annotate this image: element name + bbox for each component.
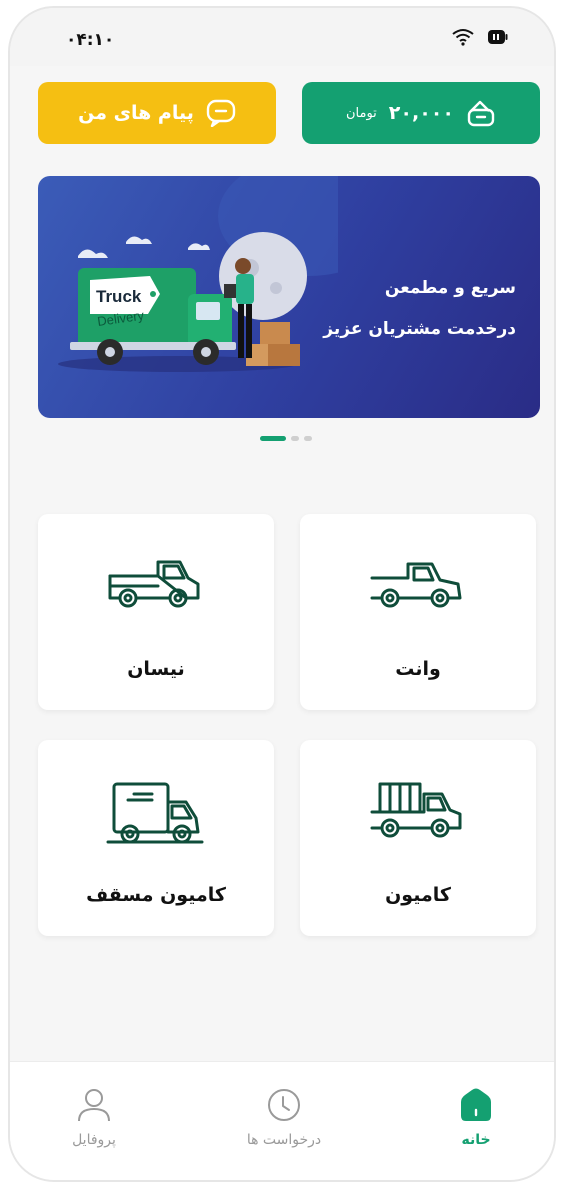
banner-text: سریع و مطمعن درخدمت مشتریان عزیز bbox=[323, 268, 516, 350]
nav-label: خانه bbox=[461, 1132, 491, 1148]
carousel-dot[interactable] bbox=[260, 436, 286, 441]
nav-item-home[interactable]: خانه bbox=[406, 1088, 546, 1148]
nav-item-profile[interactable]: پروفایل bbox=[24, 1088, 164, 1148]
nav-label: پروفایل bbox=[72, 1132, 116, 1148]
bottom-navigation: خانه درخواست ها پروفایل bbox=[10, 1061, 554, 1180]
my-messages-label: پیام های من bbox=[78, 102, 194, 124]
vehicle-tile-covered-truck[interactable]: کامیون مسقف bbox=[38, 740, 274, 936]
nav-item-requests[interactable]: درخواست ها bbox=[214, 1088, 354, 1148]
delivery-illustration: Truck Delivery bbox=[58, 176, 338, 372]
status-time: ۰۴:۱۰ bbox=[66, 30, 115, 50]
truck-label-text: Truck bbox=[96, 287, 142, 306]
phone-screen: ۰۴:۱۰ پیام های من تومان ۲۰,۰۰۰ Truck Del… bbox=[8, 6, 556, 1182]
carousel-dot[interactable] bbox=[291, 436, 299, 441]
battery-icon bbox=[488, 30, 508, 44]
carousel-dot[interactable] bbox=[304, 436, 312, 441]
wallet-unit: تومان bbox=[345, 105, 377, 121]
wallet-amount: ۲۰,۰۰۰ bbox=[388, 102, 454, 124]
wallet-balance-button[interactable]: تومان ۲۰,۰۰۰ bbox=[302, 82, 540, 144]
carousel-indicator bbox=[260, 436, 312, 441]
clock-icon bbox=[268, 1089, 300, 1121]
nav-label: درخواست ها bbox=[246, 1132, 322, 1148]
covered-truck-icon bbox=[106, 782, 204, 844]
vehicle-label: نیسان bbox=[127, 658, 185, 680]
vehicle-label: وانت bbox=[395, 658, 441, 680]
wifi-icon bbox=[452, 29, 474, 46]
my-messages-button[interactable]: پیام های من bbox=[38, 82, 276, 144]
status-icons bbox=[452, 28, 508, 46]
banner-line-2: درخدمت مشتریان عزیز bbox=[323, 319, 516, 339]
vehicle-tile-truck[interactable]: کامیون bbox=[300, 740, 536, 936]
vehicle-label: کامیون bbox=[385, 884, 451, 906]
wallet-icon bbox=[467, 100, 495, 127]
vehicle-label: کامیون مسقف bbox=[86, 884, 226, 906]
flatbed-truck-icon bbox=[108, 560, 200, 608]
chat-icon bbox=[206, 99, 236, 127]
home-icon bbox=[461, 1088, 491, 1121]
top-cards: پیام های من تومان ۲۰,۰۰۰ bbox=[38, 82, 540, 144]
promo-banner[interactable]: Truck Delivery سریع و مطمعن درخدمت مشتری… bbox=[38, 176, 540, 418]
banner-line-1: سریع و مطمعن bbox=[384, 278, 516, 298]
status-bar: ۰۴:۱۰ bbox=[10, 8, 554, 66]
cargo-truck-icon bbox=[370, 782, 462, 838]
vehicle-tile-pickup[interactable]: وانت bbox=[300, 514, 536, 710]
user-icon bbox=[78, 1089, 110, 1122]
pickup-icon bbox=[370, 562, 462, 608]
vehicle-tile-nissan[interactable]: نیسان bbox=[38, 514, 274, 710]
